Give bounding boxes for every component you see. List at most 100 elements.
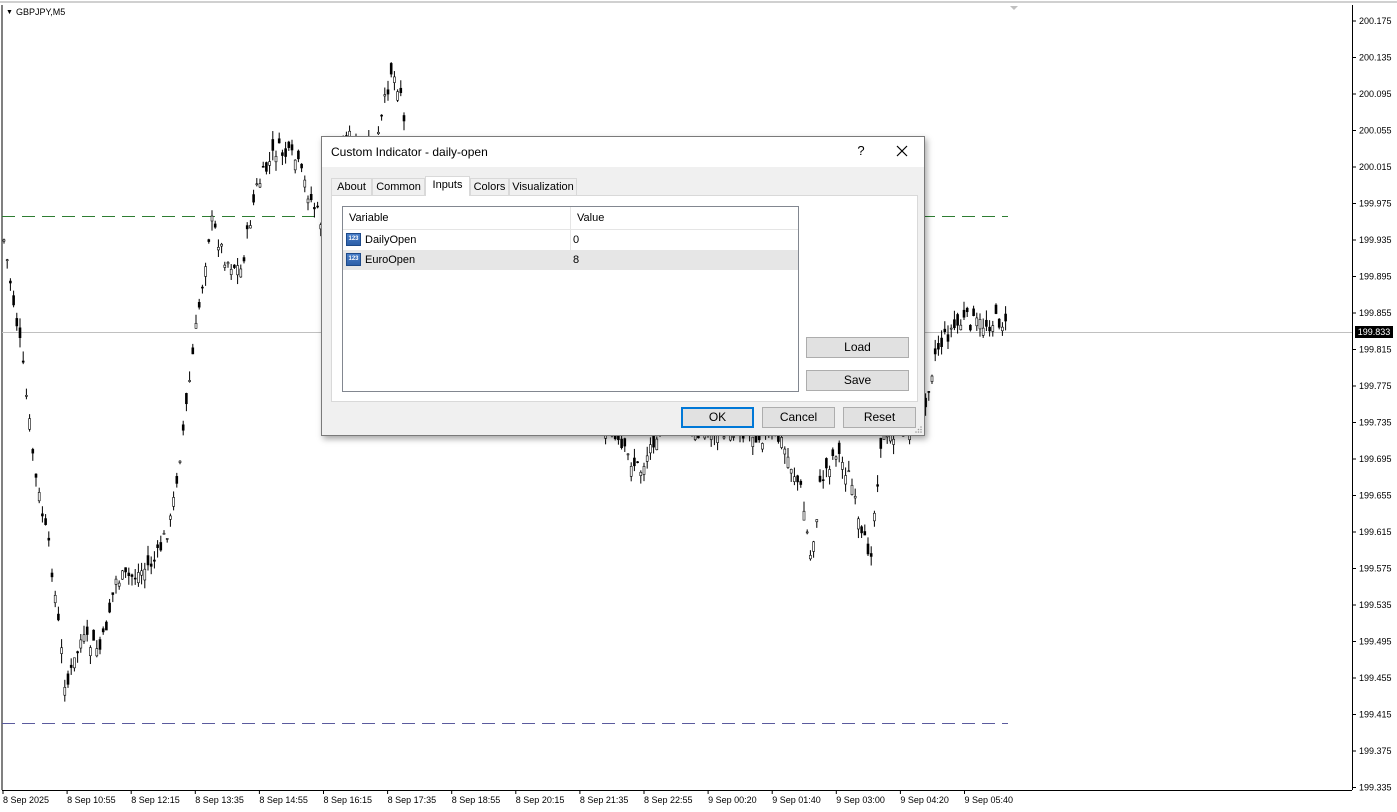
tab-about[interactable]: About (331, 178, 372, 195)
candle-body (863, 531, 867, 536)
candle-body (5, 259, 9, 261)
candle-body (57, 613, 60, 621)
tab-inputs[interactable]: Inputs (425, 176, 470, 196)
candle-body (245, 225, 249, 230)
tab-common[interactable]: Common (372, 178, 425, 195)
candle-body (28, 418, 31, 430)
current-price-badge: 199.833 (1355, 326, 1393, 338)
price-label: 200.175 (1359, 16, 1392, 26)
candle-body (937, 343, 940, 350)
candle-body (809, 555, 812, 560)
candle-body (284, 148, 287, 157)
candle-body (642, 466, 646, 475)
candle-body (997, 318, 1001, 328)
price-label: 199.455 (1359, 673, 1392, 683)
candle-body (380, 114, 383, 117)
resize-grip-icon[interactable] (914, 425, 923, 434)
integer-type-icon: 123 (346, 253, 361, 266)
candle-body (172, 497, 175, 507)
candle-body (111, 592, 115, 595)
dialog-titlebar[interactable]: Custom Indicator - daily-open ? (322, 137, 924, 167)
candle-body (217, 246, 220, 251)
header-variable[interactable]: Variable (343, 207, 570, 229)
reset-button[interactable]: Reset (843, 407, 916, 428)
candle-body (18, 327, 22, 339)
candle-body (117, 582, 121, 587)
save-button[interactable]: Save (806, 370, 909, 391)
candle-body (943, 328, 947, 333)
candle-body (34, 473, 38, 478)
candle-body (316, 205, 319, 208)
dropdown-arrow-icon[interactable]: ▼ (6, 9, 13, 16)
candle-body (249, 225, 252, 229)
candle-body (21, 360, 25, 363)
table-row[interactable]: 123 DailyOpen 0 (343, 230, 798, 250)
candle-body (156, 544, 159, 548)
candle-body (210, 215, 214, 222)
custom-indicator-dialog: Custom Indicator - daily-open ? About Co… (321, 136, 925, 436)
candle-body (847, 470, 851, 473)
candle-body (69, 664, 73, 668)
help-button[interactable]: ? (853, 143, 869, 158)
candle-body (383, 94, 387, 97)
candle-body (965, 307, 969, 313)
price-label: 200.135 (1359, 53, 1392, 63)
candle-body (105, 621, 108, 631)
close-button[interactable] (890, 140, 914, 162)
candle-body (143, 568, 147, 581)
variable-value[interactable]: 0 (573, 230, 793, 250)
header-value[interactable]: Value (571, 207, 798, 229)
candle-body (927, 391, 931, 393)
candle-body (306, 198, 310, 204)
candle-body (834, 456, 838, 460)
inputs-panel: Variable Value 123 DailyOpen 0 123 EuroO… (331, 195, 918, 402)
candle-body (133, 577, 137, 580)
candle-body (12, 295, 15, 306)
candle-body (1001, 326, 1004, 332)
time-label: 8 Sep 12:15 (131, 795, 180, 805)
candle-body (309, 193, 313, 201)
candle-body (639, 471, 643, 476)
candle-body (124, 567, 127, 573)
candle-body (178, 460, 182, 463)
symbol-label[interactable]: ▼ GBPJPY,M5 (6, 7, 65, 17)
candle-body (297, 150, 300, 160)
candle-body (213, 223, 217, 228)
candle-body (933, 348, 937, 355)
candle-body (41, 513, 44, 517)
candle-body (239, 268, 243, 278)
candle-body (153, 559, 156, 562)
candle-body (393, 76, 396, 83)
candle-body (389, 63, 393, 75)
time-label: 9 Sep 05:40 (965, 795, 1014, 805)
candle-body (633, 457, 636, 467)
candle-body (165, 538, 169, 540)
tab-colors[interactable]: Colors (470, 178, 509, 195)
candle-body (946, 334, 950, 342)
candle-body (101, 628, 105, 633)
table-row[interactable]: 123 EuroOpen 8 (343, 250, 798, 270)
price-label: 200.055 (1359, 126, 1392, 136)
ok-button[interactable]: OK (681, 407, 754, 428)
time-label: 8 Sep 13:35 (195, 795, 244, 805)
candle-body (1004, 313, 1007, 322)
candle-body (786, 456, 790, 468)
candle-body (837, 442, 841, 454)
candle-body (956, 314, 959, 326)
time-label: 8 Sep 22:55 (644, 795, 693, 805)
candle-body (399, 87, 403, 94)
candle-body (146, 555, 150, 566)
candle-body (130, 574, 134, 577)
close-icon (896, 145, 908, 157)
candle-body (978, 318, 982, 330)
load-button[interactable]: Load (806, 337, 909, 358)
candle-body (85, 626, 89, 635)
candle-body (818, 475, 822, 482)
variable-value[interactable]: 8 (573, 250, 793, 270)
candle-body (223, 264, 227, 268)
candle-body (959, 324, 963, 331)
cancel-button[interactable]: Cancel (762, 407, 835, 428)
candle-body (82, 634, 86, 642)
candle-body (79, 639, 83, 649)
tab-visualization[interactable]: Visualization (509, 178, 577, 195)
